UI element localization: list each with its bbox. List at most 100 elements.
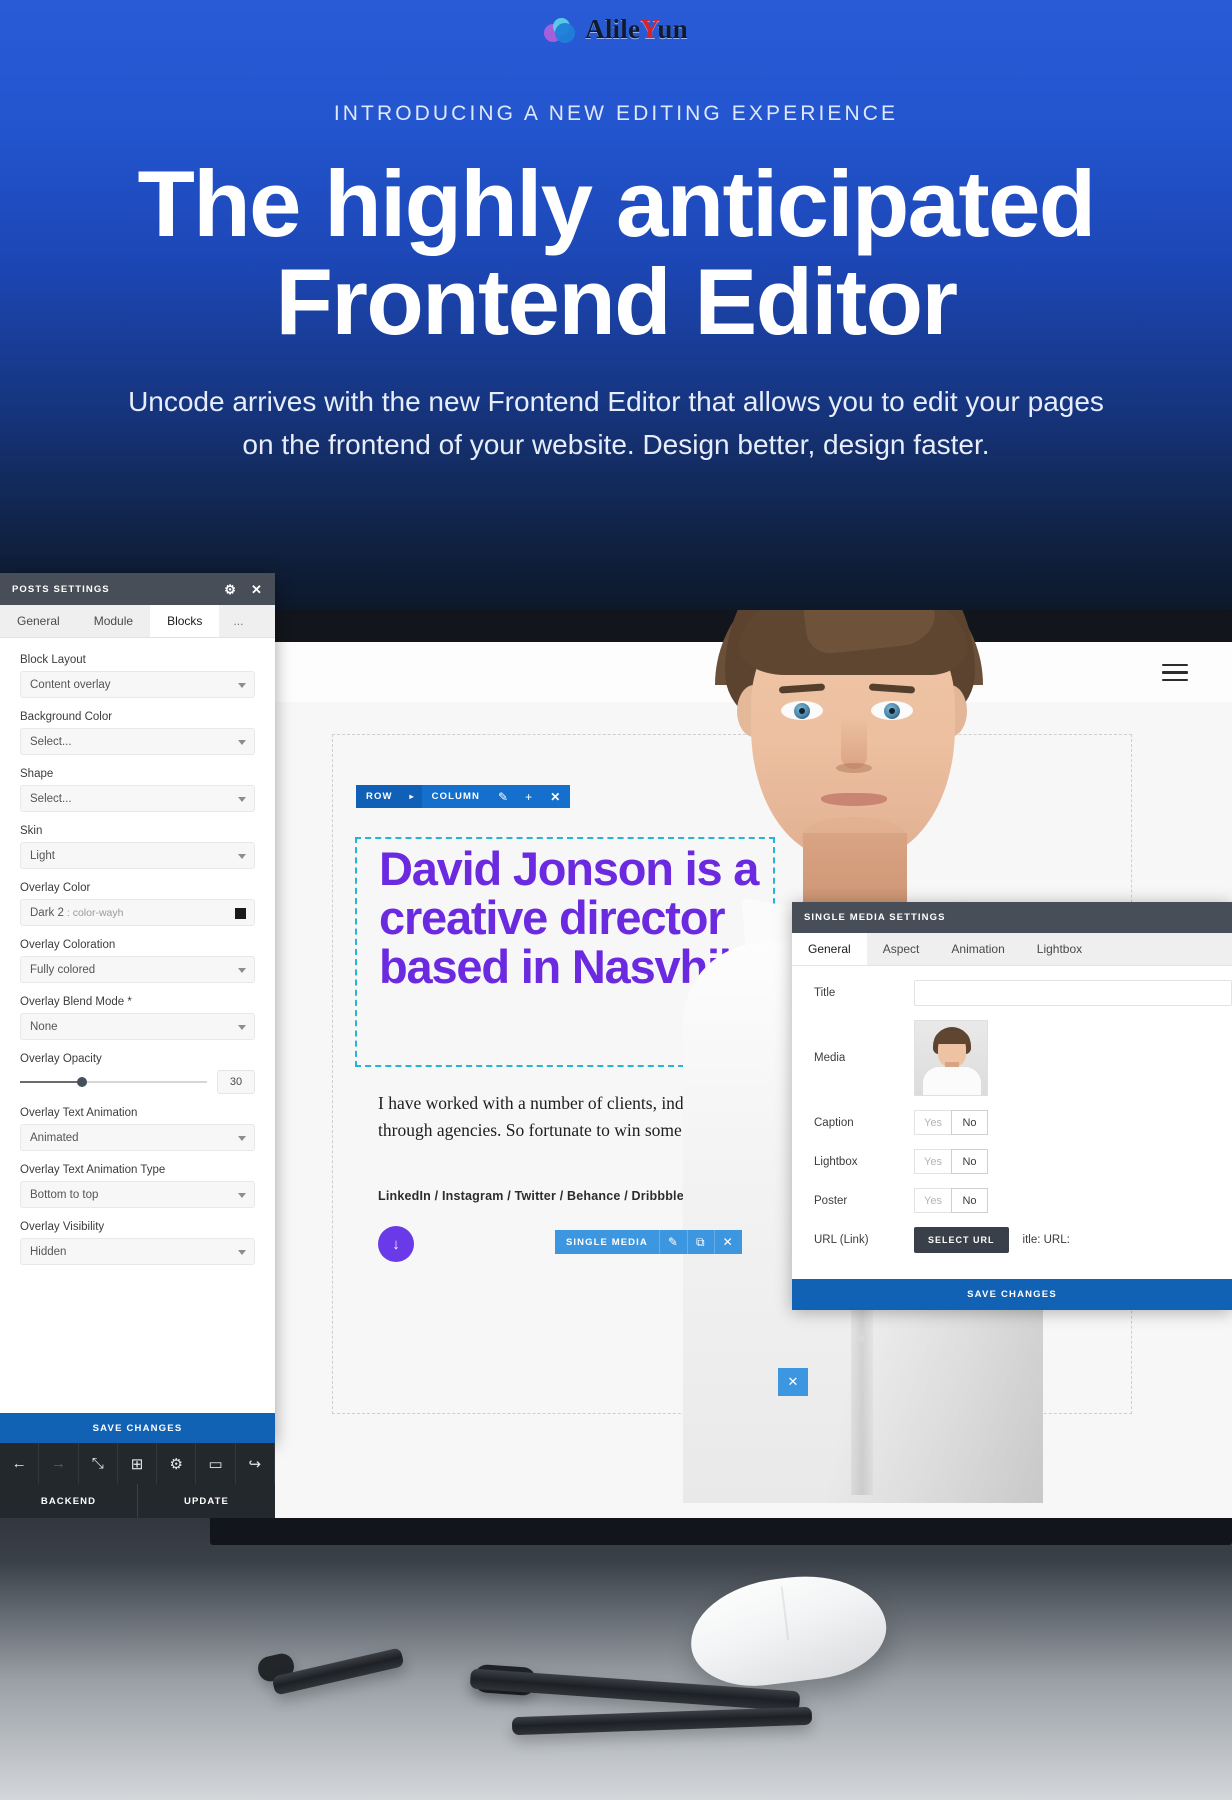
field-overlay-blend-mode: Overlay Blend Mode * None — [20, 996, 255, 1040]
chevron-down-icon — [238, 967, 246, 973]
logo-text-accent: Y — [640, 14, 658, 44]
logo-text-main: Alile — [585, 14, 641, 44]
field-lightbox: Lightbox Yes No — [814, 1149, 1232, 1174]
back-arrow-icon[interactable]: ← — [0, 1443, 40, 1484]
shape-select[interactable]: Select... — [20, 785, 255, 812]
field-label: Overlay Visibility — [20, 1221, 105, 1233]
field-overlay-text-animation-type: Overlay Text Animation Type Bottom to to… — [20, 1164, 255, 1208]
field-title: Title — [814, 980, 1232, 1006]
brand-logo-text: AlileYun — [585, 14, 688, 45]
backend-button[interactable]: BACKEND — [0, 1484, 138, 1518]
chevron-down-icon — [238, 1249, 246, 1255]
tab-general[interactable]: General — [0, 605, 77, 637]
editor-icon-row: ← → ⤡ ⊞ ⚙ ▭ ↪ — [0, 1443, 275, 1484]
title-input[interactable] — [914, 980, 1232, 1006]
close-icon[interactable]: ✕ — [713, 1230, 742, 1254]
block-layout-select[interactable]: Content overlay — [20, 671, 255, 698]
page-title: The highly anticipated Frontend Editor — [0, 155, 1232, 351]
field-value: Content overlay — [30, 678, 111, 691]
color-swatch[interactable] — [235, 907, 246, 919]
lightbox-toggle[interactable]: Yes No — [914, 1149, 988, 1174]
slider-handle[interactable] — [76, 1077, 87, 1087]
exit-icon[interactable]: ↪ — [236, 1443, 275, 1484]
hamburger-menu-icon[interactable] — [1162, 664, 1188, 682]
cloud-icon — [544, 17, 578, 43]
select-url-button[interactable]: SELECT URL — [914, 1227, 1009, 1253]
copy-icon[interactable]: ⧉ — [686, 1230, 714, 1254]
panel-fields: Title Media Caption Yes No Lightbox Yes … — [792, 966, 1232, 1279]
field-label: Overlay Blend Mode * — [20, 996, 132, 1008]
overlay-opacity-slider[interactable] — [20, 1077, 207, 1087]
single-media-label[interactable]: SINGLE MEDIA — [555, 1230, 659, 1254]
lightbox-no[interactable]: No — [951, 1149, 988, 1174]
lightbox-yes[interactable]: Yes — [914, 1149, 951, 1174]
field-label: Title — [814, 987, 836, 999]
tab-overflow[interactable]: ... — [219, 605, 257, 637]
chevron-down-icon — [238, 853, 246, 859]
field-caption: Caption Yes No — [814, 1110, 1232, 1135]
headline-line-2: Frontend Editor — [275, 248, 959, 354]
logo-text-suffix: un — [657, 14, 688, 44]
field-overlay-coloration: Overlay Coloration Fully colored — [20, 939, 255, 983]
panel-tab-bar: General Module Blocks ... — [0, 605, 275, 638]
field-label: Block Layout — [20, 654, 86, 666]
gear-icon[interactable]: ⚙ — [157, 1443, 197, 1484]
close-icon[interactable]: ✕ — [778, 1368, 808, 1396]
row-label[interactable]: ROW — [356, 785, 403, 808]
panel-tab-bar: General Aspect Animation Lightbox — [792, 933, 1232, 966]
forward-arrow-icon[interactable]: → — [39, 1443, 79, 1484]
monitor-icon[interactable]: ▭ — [196, 1443, 236, 1484]
tab-general[interactable]: General — [792, 933, 867, 965]
save-changes-button[interactable]: SAVE CHANGES — [0, 1413, 275, 1443]
caption-yes[interactable]: Yes — [914, 1110, 951, 1135]
panel-header: POSTS SETTINGS ⚙ ✕ — [0, 573, 275, 605]
field-label: Overlay Text Animation Type — [20, 1164, 166, 1176]
field-url-link: URL (Link) SELECT URL itle: URL: — [814, 1227, 1232, 1253]
background-color-select[interactable]: Select... — [20, 728, 255, 755]
row-column-toolbar[interactable]: ROW ▸ COLUMN ✎ + ✕ — [356, 785, 571, 808]
field-label: URL (Link) — [814, 1234, 869, 1246]
canvas-social-links[interactable]: LinkedIn / Instagram / Twitter / Behance… — [378, 1189, 684, 1203]
skin-select[interactable]: Light — [20, 842, 255, 869]
poster-no[interactable]: No — [951, 1188, 988, 1213]
panel-fields: Block Layout Content overlay Background … — [0, 638, 275, 1413]
gear-icon[interactable]: ⚙ — [224, 583, 237, 596]
tab-aspect[interactable]: Aspect — [867, 933, 936, 965]
field-label: Overlay Text Animation — [20, 1107, 138, 1119]
poster-toggle[interactable]: Yes No — [914, 1188, 988, 1213]
plus-icon[interactable]: + — [517, 785, 542, 808]
tab-module[interactable]: Module — [77, 605, 150, 637]
field-value: None — [30, 1020, 58, 1033]
brand-logo[interactable]: AlileYun — [0, 14, 1232, 45]
caption-toggle[interactable]: Yes No — [914, 1110, 988, 1135]
overlay-color-select[interactable]: Dark 2 : color-wayh — [20, 899, 255, 926]
pencil-icon[interactable]: ✎ — [489, 785, 518, 808]
headline-line-1: The highly anticipated — [137, 151, 1096, 256]
tab-blocks[interactable]: Blocks — [150, 605, 220, 637]
panel-title: SINGLE MEDIA SETTINGS — [804, 912, 946, 923]
overlay-opacity-value[interactable]: 30 — [217, 1070, 255, 1094]
add-block-icon[interactable]: ⊞ — [118, 1443, 158, 1484]
overlay-visibility-select[interactable]: Hidden — [20, 1238, 255, 1265]
update-button[interactable]: UPDATE — [138, 1484, 275, 1518]
single-media-toolbar[interactable]: SINGLE MEDIA ✎ ⧉ ✕ — [555, 1230, 742, 1254]
pencil-icon[interactable]: ✎ — [658, 1230, 687, 1254]
close-icon[interactable]: ✕ — [251, 583, 263, 596]
resize-arrows-icon[interactable]: ⤡ — [79, 1443, 118, 1484]
poster-yes[interactable]: Yes — [914, 1188, 951, 1213]
overlay-text-animation-select[interactable]: Animated — [20, 1124, 255, 1151]
tab-animation[interactable]: Animation — [935, 933, 1020, 965]
overlay-text-animation-type-select[interactable]: Bottom to top — [20, 1181, 255, 1208]
save-changes-button[interactable]: SAVE CHANGES — [792, 1279, 1232, 1310]
column-label[interactable]: COLUMN — [421, 785, 490, 808]
media-thumbnail[interactable] — [914, 1020, 988, 1096]
overlay-blend-mode-select[interactable]: None — [20, 1013, 255, 1040]
field-label: Overlay Coloration — [20, 939, 116, 951]
overlay-coloration-select[interactable]: Fully colored — [20, 956, 255, 983]
chevron-down-icon — [238, 1192, 246, 1198]
tab-lightbox[interactable]: Lightbox — [1021, 933, 1098, 965]
close-icon[interactable]: ✕ — [541, 785, 571, 808]
down-arrow-icon[interactable]: ↓ — [378, 1226, 414, 1262]
caption-no[interactable]: No — [951, 1110, 988, 1135]
single-media-settings-panel: SINGLE MEDIA SETTINGS General Aspect Ani… — [792, 902, 1232, 1310]
